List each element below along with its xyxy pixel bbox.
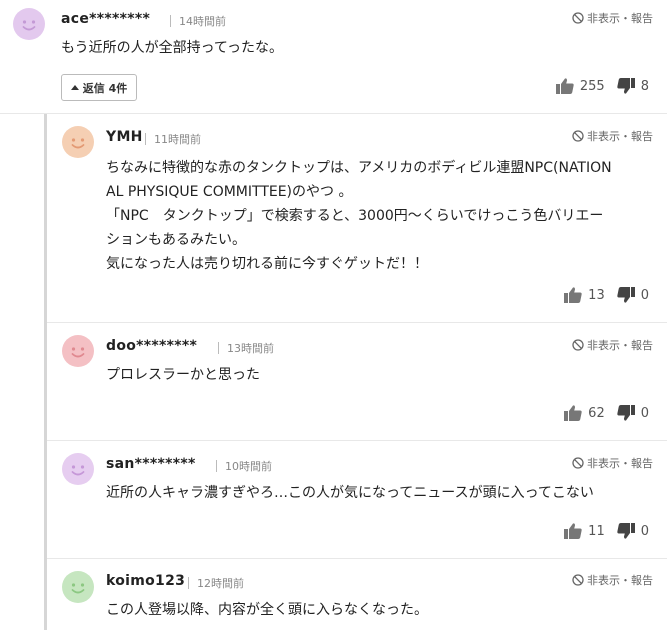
avatar[interactable]	[62, 126, 94, 158]
thumbs-up-icon	[564, 405, 582, 421]
dislike-count: 0	[640, 523, 649, 539]
reply-item: YMH 11時間前 非表示・報告 ちなみに特徴的な赤のタンクトップは、アメリカの…	[47, 114, 667, 322]
dislike-button[interactable]: 0	[617, 523, 649, 539]
like-button[interactable]: 255	[555, 78, 605, 94]
avatar[interactable]	[62, 335, 94, 367]
thumbs-up-icon	[564, 523, 582, 539]
hide-report-link[interactable]: 非表示・報告	[572, 10, 653, 26]
hide-report-label: 非表示・報告	[587, 339, 653, 352]
user-name[interactable]: doo********	[106, 338, 197, 354]
reply-item: san******** 10時間前 非表示・報告 近所の人キャラ濃すぎやろ…この…	[47, 441, 667, 558]
smiley-avatar-icon	[62, 571, 94, 603]
vote-bar: 11 0	[564, 523, 649, 539]
like-button[interactable]: 11	[564, 523, 605, 539]
thumbs-down-icon	[617, 523, 635, 539]
vote-bar: 62 0	[564, 405, 649, 421]
avatar[interactable]	[13, 8, 45, 40]
reply-item: doo******** 13時間前 非表示・報告 プロレスラーかと思った 62 …	[47, 323, 667, 440]
thumbs-down-icon	[617, 287, 635, 303]
hide-report-label: 非表示・報告	[587, 12, 653, 25]
block-icon	[572, 130, 584, 142]
user-name[interactable]: YMH	[106, 129, 143, 145]
hide-report-label: 非表示・報告	[587, 457, 653, 470]
smiley-avatar-icon	[62, 126, 94, 158]
dislike-button[interactable]: 8	[617, 78, 649, 94]
hide-report-label: 非表示・報告	[587, 130, 653, 143]
block-icon	[572, 12, 584, 24]
user-name[interactable]: san********	[106, 456, 196, 472]
like-count: 13	[588, 287, 605, 303]
comment: ace******** 14時間前 非表示・報告 もう近所の人が全部持ってったな…	[0, 0, 667, 114]
reply-text: 近所の人キャラ濃すぎやろ…この人が気になってニュースが頭に入ってこない	[106, 485, 594, 501]
timestamp: 13時間前	[218, 340, 274, 356]
thumbs-down-icon	[617, 78, 635, 94]
block-icon	[572, 574, 584, 586]
thumbs-up-icon	[564, 287, 582, 303]
block-icon	[572, 339, 584, 351]
timestamp: 11時間前	[145, 131, 201, 147]
thumbs-down-icon	[617, 405, 635, 421]
vote-bar: 255 8	[555, 78, 649, 94]
hide-report-link[interactable]: 非表示・報告	[572, 455, 653, 471]
hide-report-link[interactable]: 非表示・報告	[572, 572, 653, 588]
caret-up-icon	[70, 85, 79, 90]
reply-count-label: 返信 4件	[82, 81, 128, 95]
dislike-button[interactable]: 0	[617, 405, 649, 421]
smiley-avatar-icon	[62, 335, 94, 367]
like-button[interactable]: 62	[564, 405, 605, 421]
block-icon	[572, 457, 584, 469]
avatar[interactable]	[62, 453, 94, 485]
hide-report-link[interactable]: 非表示・報告	[572, 337, 653, 353]
dislike-count: 0	[640, 405, 649, 421]
timestamp: 10時間前	[216, 458, 272, 474]
vote-bar: 13 0	[564, 287, 649, 303]
comment-text: もう近所の人が全部持ってったな。	[61, 40, 284, 56]
dislike-button[interactable]: 0	[617, 287, 649, 303]
reply-item: koimo123 12時間前 非表示・報告 この人登場以降、内容が全く頭に入らな…	[47, 559, 667, 630]
smiley-avatar-icon	[62, 453, 94, 485]
timestamp: 14時間前	[170, 13, 226, 29]
timestamp: 12時間前	[188, 575, 244, 591]
reply-toggle-button[interactable]: 返信 4件	[61, 74, 137, 101]
reply-text: プロレスラーかと思った	[106, 367, 260, 383]
user-name[interactable]: koimo123	[106, 573, 185, 589]
like-count: 11	[588, 523, 605, 539]
like-count: 255	[579, 78, 605, 94]
avatar[interactable]	[62, 571, 94, 603]
hide-report-link[interactable]: 非表示・報告	[572, 128, 653, 144]
dislike-count: 0	[640, 287, 649, 303]
user-name[interactable]: ace********	[61, 11, 150, 27]
like-count: 62	[588, 405, 605, 421]
thumbs-up-icon	[555, 78, 574, 94]
dislike-count: 8	[640, 78, 649, 94]
reply-text: この人登場以降、内容が全く頭に入らなくなった。	[106, 602, 428, 618]
smiley-avatar-icon	[13, 8, 45, 40]
reply-text: ちなみに特徴的な赤のタンクトップは、アメリカのボディビル連盟NPC(NATION…	[106, 160, 612, 272]
hide-report-label: 非表示・報告	[587, 574, 653, 587]
like-button[interactable]: 13	[564, 287, 605, 303]
